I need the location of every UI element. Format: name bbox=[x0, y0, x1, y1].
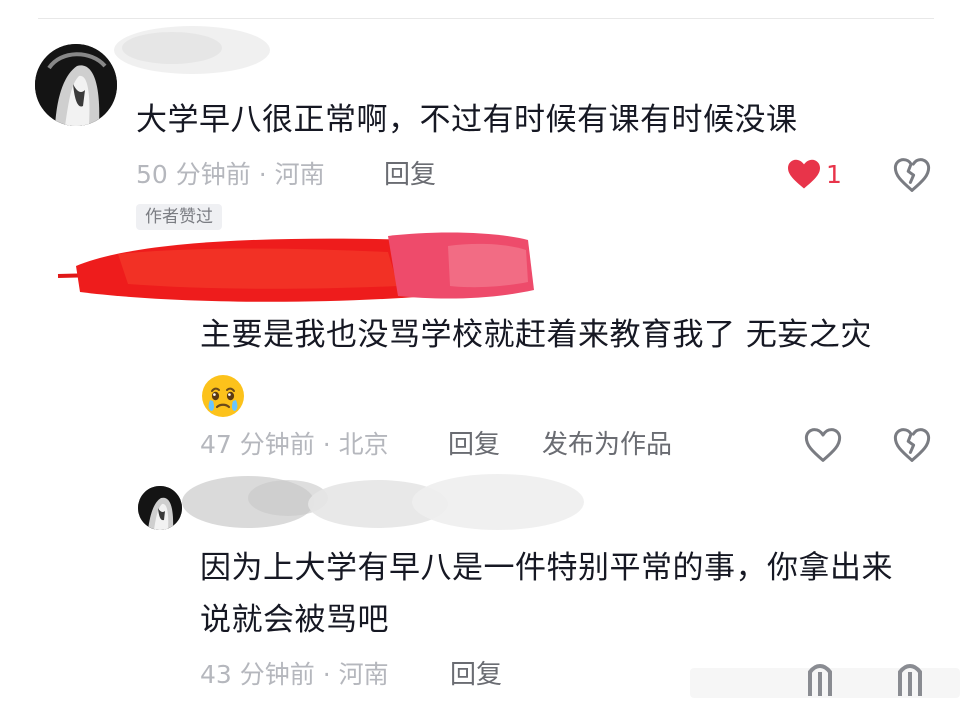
heart-broken-icon[interactable] bbox=[893, 427, 931, 462]
comment-time-location: 47 分钟前 · 北京 bbox=[200, 430, 389, 459]
watermark bbox=[690, 662, 960, 702]
reply-button[interactable]: 回复 bbox=[448, 430, 500, 460]
top-divider bbox=[38, 18, 934, 19]
like-count: 1 bbox=[826, 160, 842, 189]
heart-filled-icon[interactable] bbox=[786, 158, 822, 190]
comment-time-location: 43 分钟前 · 河南 bbox=[200, 660, 389, 689]
comment-text: 因为上大学有早八是一件特别平常的事，你拿出来 bbox=[200, 550, 893, 586]
redacted-username bbox=[57, 226, 536, 310]
comment-time-location: 50 分钟前 · 河南 bbox=[136, 160, 325, 189]
comment-text: 大学早八很正常啊，不过有时候有课有时候没课 bbox=[136, 102, 798, 138]
heart-outline-icon[interactable] bbox=[804, 427, 842, 462]
publish-as-work-button[interactable]: 发布为作品 bbox=[542, 430, 672, 460]
reply-button[interactable]: 回复 bbox=[450, 660, 502, 690]
avatar[interactable] bbox=[138, 486, 182, 530]
redacted-username bbox=[178, 468, 588, 538]
comment-text: 说就会被骂吧 bbox=[200, 602, 389, 638]
reply-button[interactable]: 回复 bbox=[384, 160, 436, 190]
avatar[interactable] bbox=[35, 44, 117, 126]
crying-emoji-icon bbox=[200, 373, 246, 419]
redacted-username bbox=[112, 22, 272, 78]
heart-broken-icon[interactable] bbox=[893, 157, 931, 192]
comment-text: 主要是我也没骂学校就赶着来教育我了 无妄之灾 bbox=[200, 317, 872, 353]
